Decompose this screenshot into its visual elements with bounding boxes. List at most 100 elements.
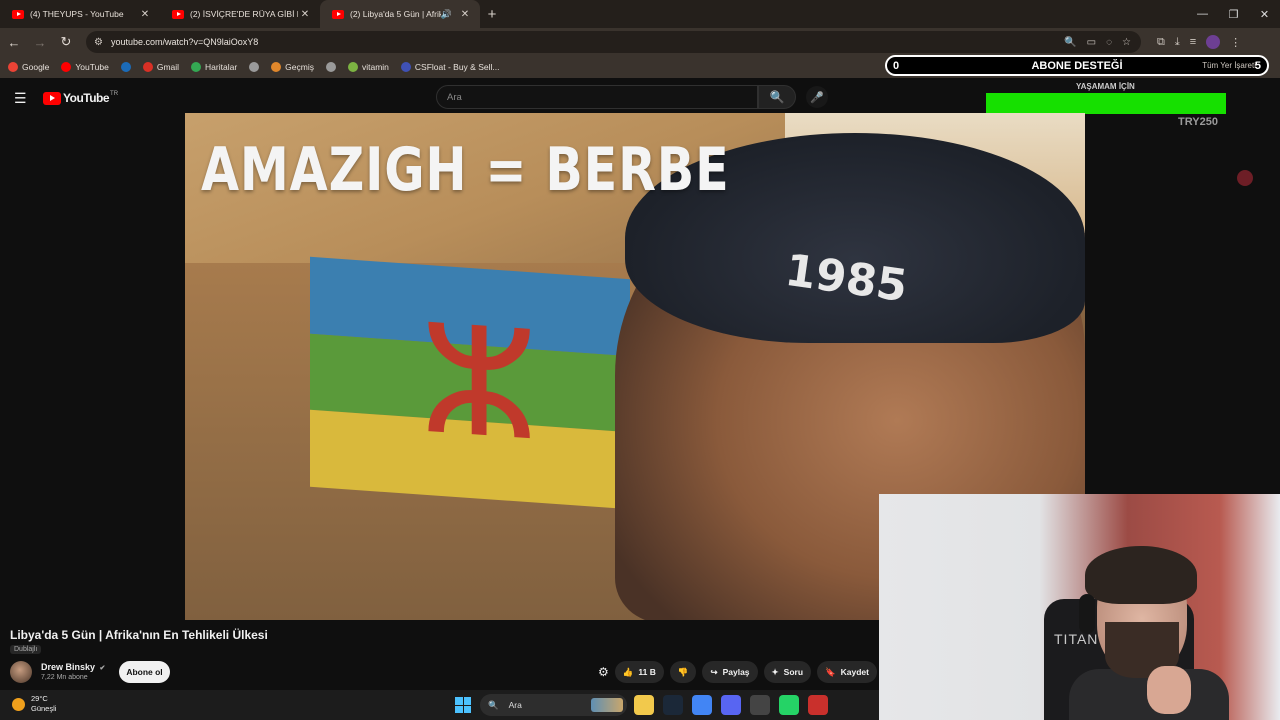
search-icon: 🔍 — [769, 90, 785, 104]
taskbar-apps — [634, 695, 828, 715]
tab-close-icon[interactable]: ✕ — [138, 9, 152, 20]
chrome-icon[interactable] — [692, 695, 712, 715]
like-button[interactable]: 👍 11 B — [614, 661, 664, 683]
url-text: youtube.com/watch?v=QN9laiOoxY8 — [110, 37, 259, 47]
back-icon[interactable]: ← — [2, 30, 26, 54]
window-controls: — ❐ ✕ — [1187, 0, 1280, 28]
extensions-icon[interactable]: ⧉ — [1157, 36, 1165, 49]
download-icon[interactable]: ⤓ — [1175, 36, 1180, 49]
start-icon[interactable] — [455, 697, 471, 713]
gear-icon[interactable]: ⚙ — [598, 665, 609, 679]
share-label: Paylaş — [722, 667, 750, 677]
speaker-icon[interactable]: 🔊 — [441, 9, 452, 20]
search-input[interactable]: Ara — [436, 85, 758, 109]
eye-off-icon[interactable]: ◌ — [1106, 37, 1112, 48]
tab-strip: (4) THEYUPS - YouTube ✕ (2) İSVİÇRE'DE R… — [0, 0, 1280, 28]
media-icon[interactable]: ≡ — [1190, 36, 1196, 48]
dislike-button[interactable]: 👎 — [669, 661, 697, 683]
bookmark-item[interactable]: vitamin — [347, 62, 389, 72]
weather-widget[interactable]: 29°C Güneşli — [12, 694, 56, 714]
bookmark-item[interactable]: Gmail — [142, 62, 179, 72]
bookmark-item[interactable]: YouTube — [61, 62, 109, 72]
discord-icon[interactable] — [721, 695, 741, 715]
all-bookmarks[interactable]: Tüm Yer İşareti — [1202, 61, 1256, 70]
tab-title: (2) Libya'da 5 Gün | Afrika'n — [350, 9, 441, 19]
hamburger-icon[interactable]: ☰ — [14, 90, 27, 107]
taskbar: 29°C Güneşli 🔍 Ara — [0, 690, 879, 720]
taskbar-search[interactable]: 🔍 Ara — [480, 694, 627, 716]
youtube-favicon-icon — [332, 9, 344, 19]
profile-avatar[interactable] — [1206, 35, 1221, 49]
tab-close-icon[interactable]: ✕ — [458, 9, 472, 20]
streamer-hair — [1085, 546, 1197, 604]
youtube-logo[interactable]: YouTube TR — [43, 91, 118, 105]
bookmark-icon — [120, 62, 131, 72]
goal-amount: TRY250 — [1178, 116, 1218, 128]
streamer-hand — [1147, 666, 1191, 714]
mic-button[interactable]: 🎤 — [806, 86, 828, 108]
amazigh-flag: ⵣ — [310, 256, 630, 510]
tab-theyups[interactable]: (4) THEYUPS - YouTube ✕ — [0, 0, 160, 28]
cast-icon[interactable]: ▭ — [1087, 37, 1096, 48]
address-bar[interactable]: ⚙ youtube.com/watch?v=QN9laiOoxY8 🔍 ▭ ◌ … — [86, 31, 1141, 53]
channel-avatar[interactable] — [10, 661, 32, 683]
bookmark-item[interactable] — [249, 62, 260, 72]
file-explorer-icon[interactable] — [634, 695, 654, 715]
search-highlight-image — [591, 698, 623, 712]
new-tab-button[interactable]: + — [480, 0, 504, 28]
site-info-icon[interactable]: ⚙ — [94, 37, 103, 48]
video-title: Libya'da 5 Gün | Afrika'nın En Tehlikeli… — [10, 628, 268, 642]
bookmark-label: CSFloat - Buy & Sell... — [414, 62, 500, 72]
channel-subs: 7,22 Mn abone — [41, 674, 88, 681]
steam-icon[interactable] — [663, 695, 683, 715]
share-icon: ↪ — [710, 666, 718, 677]
bookmark-item[interactable] — [120, 62, 131, 72]
tab-close-icon[interactable]: ✕ — [298, 9, 312, 20]
weather-temp: 29°C — [31, 694, 48, 703]
account-avatar[interactable] — [1237, 170, 1253, 186]
tab-libya[interactable]: (2) Libya'da 5 Gün | Afrika'n 🔊 ✕ — [320, 0, 480, 28]
zoom-icon[interactable]: 🔍 — [1064, 37, 1076, 48]
tab-isvicre[interactable]: (2) İSVİÇRE'DE RÜYA GİBİ BİR G ✕ — [160, 0, 320, 28]
headset-icon — [1079, 594, 1095, 634]
recorder-icon[interactable] — [808, 695, 828, 715]
bookmark-item[interactable] — [325, 62, 336, 72]
subscribe-button[interactable]: Abone ol — [119, 661, 170, 683]
bookmark-icon — [347, 62, 358, 72]
youtube-favicon-icon — [172, 9, 184, 19]
channel-name[interactable]: Drew Binsky ✔ — [41, 662, 105, 672]
menu-icon[interactable]: ⋮ — [1230, 36, 1241, 49]
share-button[interactable]: ↪ Paylaş — [702, 661, 758, 683]
mic-icon: 🎤 — [810, 91, 824, 104]
tab-title: (2) İSVİÇRE'DE RÜYA GİBİ BİR G — [190, 9, 298, 19]
minimize-icon[interactable]: — — [1187, 0, 1218, 28]
like-count: 11 B — [638, 667, 656, 677]
bookmark-item[interactable]: CSFloat - Buy & Sell... — [400, 62, 500, 72]
whatsapp-icon[interactable] — [779, 695, 799, 715]
screen: (4) THEYUPS - YouTube ✕ (2) İSVİÇRE'DE R… — [0, 0, 1280, 720]
save-label: Kaydet — [840, 667, 869, 677]
bookmark-icon — [61, 62, 72, 72]
sparkle-icon: ✦ — [771, 666, 779, 677]
restore-icon[interactable]: ❐ — [1218, 0, 1249, 28]
save-button[interactable]: 🔖 Kaydet — [817, 661, 877, 683]
bookmark-label: Haritalar — [205, 62, 238, 72]
close-window-icon[interactable]: ✕ — [1249, 0, 1280, 28]
youtube-logo-icon — [43, 91, 61, 105]
search-icon: 🔍 — [488, 699, 499, 710]
bookmark-item[interactable]: Haritalar — [191, 62, 237, 72]
bookmark-item[interactable]: Google — [8, 62, 49, 72]
ask-button[interactable]: ✦ Soru — [763, 661, 812, 683]
bookmark-icon — [191, 62, 202, 72]
search-button[interactable]: 🔍 — [758, 85, 796, 109]
dub-badge: Dublajlı — [10, 645, 42, 654]
star-icon[interactable]: ☆ — [1122, 37, 1131, 48]
obs-icon[interactable] — [750, 695, 770, 715]
reload-icon[interactable]: ↻ — [54, 30, 78, 54]
weather-desc: Güneşli — [31, 704, 57, 713]
bookmark-icon — [400, 62, 411, 72]
tab-title: (4) THEYUPS - YouTube — [30, 9, 124, 19]
bookmark-item[interactable]: Geçmiş — [271, 62, 314, 72]
taskbar-search-label: Ara — [508, 700, 522, 710]
forward-icon[interactable]: → — [28, 30, 52, 54]
